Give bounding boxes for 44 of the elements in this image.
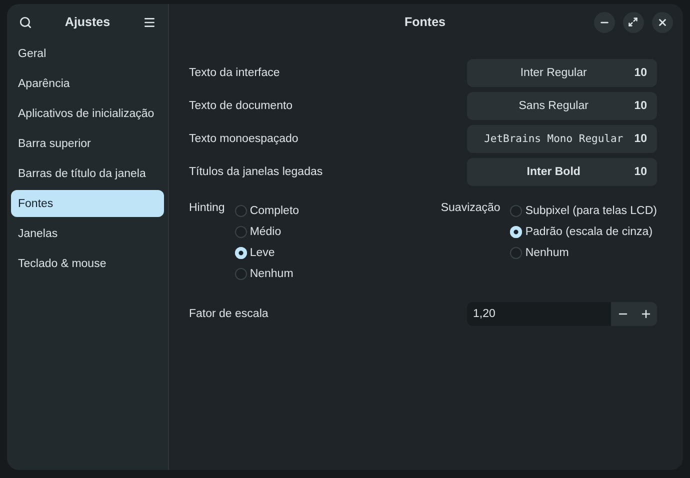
radio-icon[interactable]: [510, 205, 522, 217]
radio-icon[interactable]: [234, 226, 247, 238]
font-label: Texto de documento: [189, 100, 293, 112]
sidebar-item[interactable]: Barras de título da janela: [11, 160, 164, 187]
radio-option[interactable]: Completo: [234, 202, 300, 220]
plus-icon: [640, 308, 652, 320]
font-label: Títulos da janelas legadas: [189, 166, 323, 178]
search-icon: [19, 16, 32, 28]
group-label: Suavização: [440, 202, 500, 216]
maximize-button[interactable]: [622, 12, 644, 32]
scale-spin-field[interactable]: 1,20: [467, 302, 657, 326]
sidebar-item[interactable]: Janelas: [11, 220, 164, 247]
radio-icon[interactable]: [510, 247, 522, 259]
close-button[interactable]: [652, 12, 673, 32]
maximize-icon: [628, 17, 638, 27]
sidebar-item[interactable]: Barra superior: [11, 130, 164, 157]
radio-option[interactable]: Padrão (escala de cinza): [510, 223, 657, 241]
sidebar-item[interactable]: Fontes: [11, 190, 164, 217]
font-label: Texto da interface: [189, 66, 280, 78]
font-picker-button[interactable]: Sans Regular 10: [467, 92, 657, 120]
sidebar-item[interactable]: Geral: [11, 40, 164, 67]
sidebar-item[interactable]: Aparência: [11, 70, 164, 97]
sidebar-item[interactable]: Aplicativos de inicialização: [11, 100, 164, 127]
radio-icon[interactable]: [234, 247, 247, 259]
font-label: Texto monoespaçado: [189, 132, 298, 144]
radio-option[interactable]: Nenhum: [234, 265, 300, 283]
menu-icon: [143, 16, 156, 28]
radio-option[interactable]: Médio: [234, 223, 300, 241]
sidebar-item[interactable]: Teclado & mouse: [11, 250, 164, 277]
radio-icon[interactable]: [234, 268, 247, 280]
close-icon: [656, 16, 668, 28]
radio-icon[interactable]: [234, 205, 247, 217]
minimize-button[interactable]: [594, 12, 615, 32]
radio-icon[interactable]: [510, 226, 522, 238]
scale-label: Fator de escala: [189, 308, 268, 320]
radio-option[interactable]: Subpixel (para telas LCD): [510, 202, 657, 220]
font-picker-button[interactable]: Inter Bold 10: [467, 158, 657, 186]
font-picker-button[interactable]: JetBrains Mono Regular 10: [467, 124, 657, 152]
font-picker-button[interactable]: Inter Regular 10: [467, 58, 657, 86]
group-label: Hinting: [189, 202, 225, 216]
sidebar-title: Ajustes: [64, 15, 110, 29]
radio-option[interactable]: Nenhum: [510, 244, 657, 262]
radio-option[interactable]: Leve: [234, 244, 300, 262]
window-title: Fontes: [404, 15, 446, 29]
